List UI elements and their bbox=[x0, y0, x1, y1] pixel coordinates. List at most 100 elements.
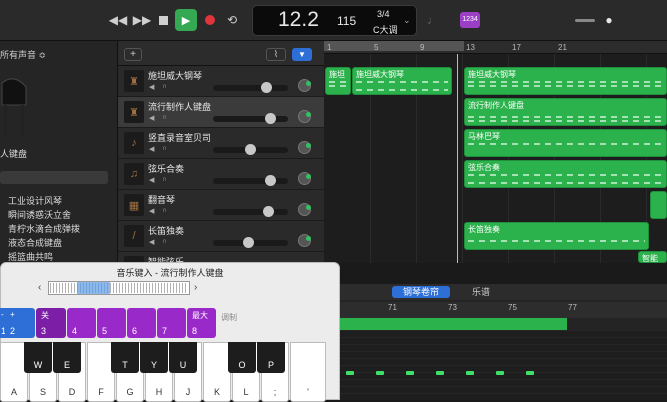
volume-fader[interactable] bbox=[213, 82, 288, 93]
catch-playhead-button[interactable]: ▼ bbox=[292, 48, 312, 61]
velocity-key[interactable]: 最大 8 bbox=[187, 308, 216, 338]
pan-knob[interactable] bbox=[298, 234, 311, 247]
mute-icon[interactable]: ◀ bbox=[149, 238, 158, 247]
midi-note[interactable] bbox=[376, 371, 384, 375]
midi-note[interactable] bbox=[496, 371, 504, 375]
midi-note[interactable] bbox=[466, 371, 474, 375]
black-key[interactable]: U bbox=[169, 342, 197, 373]
track-name: 翻音琴 bbox=[148, 195, 176, 205]
black-key[interactable]: E bbox=[53, 342, 81, 373]
black-key[interactable]: P bbox=[257, 342, 285, 373]
region[interactable]: 施坦威大钢琴 bbox=[352, 67, 452, 95]
octave-up-key[interactable]: +2 bbox=[5, 308, 35, 338]
midi-note[interactable] bbox=[436, 371, 444, 375]
tab-piano-roll[interactable]: 钢琴卷帘 bbox=[392, 286, 450, 298]
mute-icon[interactable]: ◀ bbox=[149, 83, 158, 92]
region[interactable]: 施坦 bbox=[325, 67, 351, 95]
pan-knob[interactable] bbox=[298, 79, 311, 92]
volume-fader[interactable] bbox=[213, 113, 288, 124]
track-row[interactable]: ♫ 弦乐合奏 ◀ ∩ bbox=[118, 159, 324, 190]
musical-typing-title: 音乐键入 - 流行制作人键盘 bbox=[116, 268, 224, 278]
region[interactable]: 智能 bbox=[638, 251, 667, 263]
stop-button[interactable] bbox=[155, 9, 171, 31]
headphones-icon[interactable]: ∩ bbox=[162, 238, 171, 247]
record-button[interactable] bbox=[201, 9, 219, 31]
chevron-down-icon[interactable]: ⌄ bbox=[403, 15, 411, 26]
region[interactable]: 流行制作人键盘 bbox=[464, 98, 667, 126]
patch-item[interactable]: 瞬间诱惑沃立舍 bbox=[8, 208, 71, 221]
bar-number: 17 bbox=[512, 43, 521, 52]
bar-number: 1 bbox=[327, 43, 332, 52]
automation-button[interactable]: ⌇ bbox=[266, 48, 286, 61]
bar-number: 13 bbox=[466, 43, 475, 52]
editor-region-bar[interactable] bbox=[340, 318, 567, 330]
lcd-display[interactable]: 12.2 115 3/4 C大调 ⌄ bbox=[252, 5, 417, 36]
volume-knob[interactable]: ● bbox=[602, 9, 616, 31]
velocity-key[interactable]: 6 bbox=[127, 308, 156, 338]
white-key[interactable]: ' bbox=[290, 342, 326, 402]
tab-score[interactable]: 乐谱 bbox=[456, 286, 506, 298]
track-name: 竖直录音室贝司 bbox=[148, 133, 212, 143]
track-row[interactable]: / 长笛独奏 ◀ ∩ bbox=[118, 221, 324, 252]
pan-knob[interactable] bbox=[298, 141, 311, 154]
piano-roll-grid[interactable] bbox=[340, 330, 667, 400]
mute-icon[interactable]: ◀ bbox=[149, 145, 158, 154]
track-row[interactable]: ▦ 翻音琴 ◀ ∩ bbox=[118, 190, 324, 221]
black-key[interactable]: O bbox=[228, 342, 256, 373]
region[interactable]: 马林巴琴 bbox=[464, 129, 667, 157]
tuner-icon[interactable]: ♩ bbox=[426, 9, 440, 31]
region[interactable]: 弦乐合奏 bbox=[464, 160, 667, 188]
piano-icon bbox=[0, 65, 28, 140]
pan-knob[interactable] bbox=[298, 172, 311, 185]
play-button[interactable]: ▶ bbox=[175, 9, 197, 31]
midi-note[interactable] bbox=[526, 371, 534, 375]
region[interactable] bbox=[650, 191, 667, 219]
black-key[interactable]: T bbox=[111, 342, 139, 373]
region[interactable]: 长笛独奏 bbox=[464, 222, 649, 250]
headphones-icon[interactable]: ∩ bbox=[162, 83, 171, 92]
cycle-region[interactable] bbox=[324, 41, 464, 51]
track-row[interactable]: ♪ 竖直录音室贝司 ◀ ∩ bbox=[118, 128, 324, 159]
white-key[interactable]: K bbox=[203, 342, 231, 402]
volume-fader[interactable] bbox=[213, 144, 288, 155]
midi-note[interactable] bbox=[346, 371, 354, 375]
chevron-left-icon[interactable]: ‹ bbox=[38, 282, 41, 293]
track-row[interactable]: ♜ 流行制作人键盘 ◀ ∩ bbox=[118, 97, 324, 128]
track-row[interactable]: ♜ 施坦威大钢琴 ◀ ∩ bbox=[118, 66, 324, 97]
volume-fader[interactable] bbox=[213, 206, 288, 217]
fast-forward-button[interactable]: ▶▶ bbox=[132, 9, 152, 31]
patch-item[interactable]: 工业设计风琴 bbox=[8, 194, 62, 207]
velocity-key[interactable]: 5 bbox=[97, 308, 126, 338]
region[interactable]: 施坦威大钢琴 bbox=[464, 67, 667, 95]
track-name: 流行制作人键盘 bbox=[148, 102, 212, 112]
black-key[interactable]: Y bbox=[140, 342, 168, 373]
velocity-key[interactable]: 关3 bbox=[36, 308, 66, 338]
mute-icon[interactable]: ◀ bbox=[149, 176, 158, 185]
tempo-value: 115 bbox=[337, 14, 357, 28]
volume-fader[interactable] bbox=[213, 237, 288, 248]
pan-knob[interactable] bbox=[298, 203, 311, 216]
pan-knob[interactable] bbox=[298, 110, 311, 123]
mute-icon[interactable]: ◀ bbox=[149, 207, 158, 216]
library-search-input[interactable] bbox=[0, 171, 108, 184]
headphones-icon[interactable]: ∩ bbox=[162, 145, 171, 154]
rewind-button[interactable]: ◀◀ bbox=[108, 9, 128, 31]
count-in-badge[interactable]: 1234 bbox=[460, 12, 480, 28]
headphones-icon[interactable]: ∩ bbox=[162, 176, 171, 185]
headphones-icon[interactable]: ∩ bbox=[162, 207, 171, 216]
patch-item[interactable]: 液态合成键盘 bbox=[8, 236, 62, 249]
velocity-key[interactable]: 7 bbox=[157, 308, 186, 338]
volume-fader[interactable] bbox=[213, 175, 288, 186]
library-header[interactable]: 所有声音 ≎ bbox=[0, 48, 46, 61]
patch-item[interactable]: 青柠水滴合成弹拨 bbox=[8, 222, 80, 235]
add-track-button[interactable]: + bbox=[124, 48, 142, 61]
playhead[interactable] bbox=[457, 54, 458, 263]
chevron-right-icon[interactable]: › bbox=[194, 282, 197, 293]
headphones-icon[interactable]: ∩ bbox=[162, 114, 171, 123]
velocity-key[interactable]: 4 bbox=[67, 308, 96, 338]
mute-icon[interactable]: ◀ bbox=[149, 114, 158, 123]
midi-note[interactable] bbox=[406, 371, 414, 375]
black-key[interactable]: W bbox=[24, 342, 52, 373]
mini-keyboard[interactable] bbox=[48, 281, 190, 295]
cycle-icon[interactable]: ⟲ bbox=[224, 9, 240, 31]
